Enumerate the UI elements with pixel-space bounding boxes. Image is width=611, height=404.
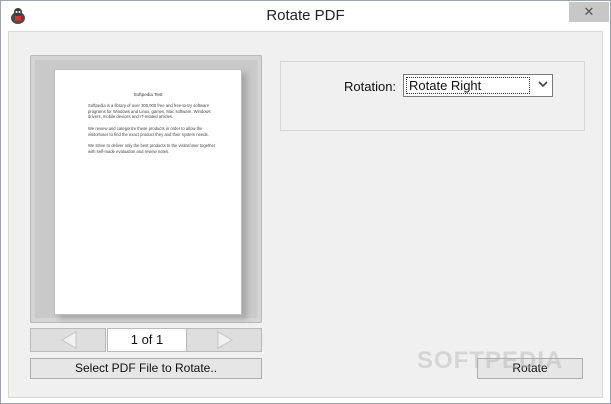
- page-indicator: 1 of 1: [107, 328, 187, 352]
- triangle-left-icon: [60, 331, 77, 349]
- watermark: SOFTPEDIA: [417, 347, 564, 374]
- previous-page-button[interactable]: [30, 328, 106, 352]
- document-paragraph: We review and categorize these products …: [88, 126, 209, 137]
- pdf-preview: Softpedia Test Softpedia is a library of…: [30, 55, 262, 323]
- rotation-dropdown[interactable]: Rotate Right: [403, 74, 553, 97]
- close-button[interactable]: ✕: [569, 2, 609, 22]
- preview-viewport: Softpedia Test Softpedia is a library of…: [35, 60, 257, 319]
- rotation-label: Rotation:: [344, 79, 397, 94]
- client-area: Softpedia Test Softpedia is a library of…: [8, 31, 603, 398]
- next-page-button[interactable]: [186, 328, 262, 352]
- close-icon: ✕: [583, 4, 595, 19]
- select-pdf-button[interactable]: Select PDF File to Rotate..: [30, 358, 262, 379]
- document-title: Softpedia Test: [133, 92, 163, 97]
- rotation-options-panel: Rotation: Rotate Right: [280, 61, 585, 131]
- title-bar: Rotate PDF ✕: [1, 1, 610, 31]
- pdf-page: Softpedia Test Softpedia is a library of…: [54, 69, 242, 315]
- chevron-down-icon: [534, 75, 552, 96]
- window-title: Rotate PDF: [266, 7, 345, 24]
- triangle-right-icon: [217, 331, 234, 349]
- document-paragraph: Softpedia is a library of over 300,000 f…: [88, 103, 211, 120]
- rotate-pdf-window: Rotate PDF ✕ Softpedia Test Softpedia is…: [0, 0, 611, 404]
- document-paragraph: We strive to deliver only the best produ…: [88, 143, 216, 154]
- rotation-selected-value: Rotate Right: [406, 77, 530, 94]
